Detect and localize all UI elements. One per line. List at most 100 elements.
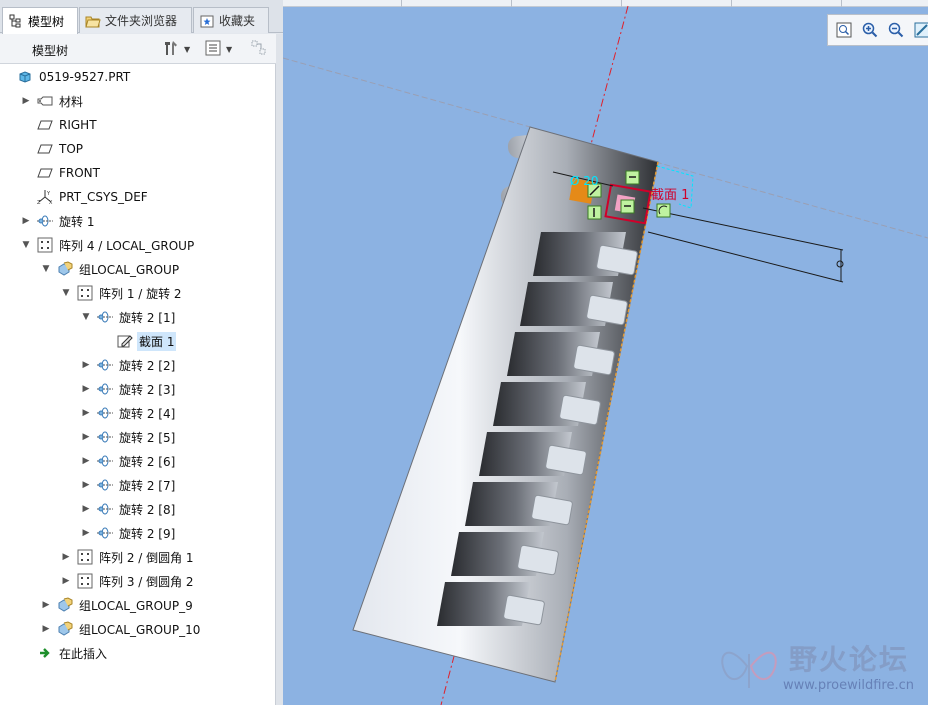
expand-icon[interactable]: ▶ — [60, 551, 72, 563]
repaint-icon — [914, 22, 928, 38]
diameter-dimension-label[interactable]: Ø 20 — [570, 174, 599, 188]
svg-text:Y: Y — [46, 191, 51, 197]
panel-splitter[interactable] — [276, 34, 283, 705]
insert-arrow-icon — [36, 645, 54, 661]
tree-item-revolve-2-7[interactable]: ▶ 旋转 2 [7] — [80, 474, 177, 496]
model-tree-panel: 模型树 文件夹浏览器 收藏夹 模型树 ▼ ▼ 0519-9527.PRT ▶ 材… — [0, 0, 283, 705]
sketch-icon — [116, 333, 134, 349]
svg-text:Z: Z — [37, 200, 41, 205]
watermark-url: www.proewildfire.cn — [783, 678, 914, 693]
zoom-out-button[interactable] — [886, 20, 906, 40]
tree-item-datum-top[interactable]: TOP — [36, 138, 85, 160]
tree-item-revolve-1[interactable]: ▶ 旋转 1 — [20, 210, 96, 232]
tree-item-datum-right[interactable]: RIGHT — [36, 114, 99, 136]
tree-item-label: 旋转 2 [9] — [119, 526, 176, 541]
tree-filter-button[interactable] — [250, 40, 268, 58]
tab-label: 文件夹浏览器 — [105, 14, 178, 28]
watermark-text: 野火论坛 — [789, 643, 910, 676]
zoom-in-icon — [862, 22, 878, 38]
tree-item-label: 在此插入 — [59, 646, 108, 661]
tree-item-label: FRONT — [59, 166, 100, 180]
tree-item-local-group[interactable]: ▼ 组LOCAL_GROUP — [40, 258, 181, 280]
collapse-icon[interactable]: ▼ — [60, 287, 72, 299]
tree-item-label: 旋转 2 [2] — [119, 358, 176, 373]
tab-model-tree[interactable]: 模型树 — [2, 7, 78, 34]
zoom-in-button[interactable] — [860, 20, 880, 40]
tree-item-revolve-2-4[interactable]: ▶ 旋转 2 [4] — [80, 402, 177, 424]
settings-menu-button[interactable]: ▼ — [162, 40, 190, 58]
tree-item-pattern-1[interactable]: ▼ 阵列 1 / 旋转 2 — [60, 282, 184, 304]
expand-icon[interactable]: ▶ — [80, 359, 92, 371]
tree-item-pattern-4[interactable]: ▼ 阵列 4 / LOCAL_GROUP — [20, 234, 196, 256]
datum-plane-icon — [36, 141, 54, 157]
navigator-tab-bar: 模型树 文件夹浏览器 收藏夹 — [0, 0, 283, 34]
tree-item-label: TOP — [59, 142, 84, 156]
tree-item-label: 旋转 2 [5] — [119, 430, 176, 445]
tree-item-revolve-2-5[interactable]: ▶ 旋转 2 [5] — [80, 426, 177, 448]
svg-text:X: X — [49, 200, 53, 205]
tree-item-local-group-9[interactable]: ▶ 组LOCAL_GROUP_9 — [40, 594, 195, 616]
material-icon — [36, 93, 54, 109]
tree-item-revolve-2-6[interactable]: ▶ 旋转 2 [6] — [80, 450, 177, 472]
tree-item-datum-front[interactable]: FRONT — [36, 162, 102, 184]
view-toolbar — [827, 14, 928, 46]
chevron-down-icon: ▼ — [184, 44, 191, 54]
show-menu-button[interactable]: ▼ — [204, 40, 232, 58]
tree-item-revolve-2-8[interactable]: ▶ 旋转 2 [8] — [80, 498, 177, 520]
tree-item-section-1[interactable]: 截面 1 — [116, 330, 177, 352]
expand-icon[interactable]: ▶ — [80, 503, 92, 515]
tree-item-revolve-2-1[interactable]: ▼ 旋转 2 [1] — [80, 306, 177, 328]
expand-icon[interactable]: ▶ — [80, 479, 92, 491]
model-tree-icon — [8, 13, 24, 29]
graphics-window[interactable]: Ø 20 截面 1 野火论坛 www.proewildfire.cn — [283, 0, 928, 705]
expand-icon[interactable]: ▶ — [80, 527, 92, 539]
tree-item-label: 旋转 2 [4] — [119, 406, 176, 421]
revolve-icon — [36, 213, 54, 229]
section-label: 截面 1 — [651, 188, 690, 203]
collapse-icon[interactable]: ▼ — [80, 311, 92, 323]
tree-item-label: 旋转 2 [8] — [119, 502, 176, 517]
tree-item-label: 组LOCAL_GROUP_9 — [79, 598, 193, 613]
tree-item-insert-here[interactable]: 在此插入 — [36, 642, 109, 664]
expand-icon[interactable]: ▶ — [20, 95, 32, 107]
watermark: 野火论坛 www.proewildfire.cn — [717, 634, 923, 700]
tree-item-revolve-2-3[interactable]: ▶ 旋转 2 [3] — [80, 378, 177, 400]
tab-folder-browser[interactable]: 文件夹浏览器 — [79, 7, 192, 33]
tree-item-pattern-3[interactable]: ▶ 阵列 3 / 倒圆角 2 — [60, 570, 196, 592]
pattern-icon — [36, 237, 54, 253]
tree-item-label: 阵列 2 / 倒圆角 1 — [99, 550, 194, 565]
expand-icon[interactable]: ▶ — [60, 575, 72, 587]
tree-item-label: RIGHT — [59, 118, 97, 132]
tree-item-label: 旋转 2 [7] — [119, 478, 176, 493]
tree-item-label: 材料 — [59, 94, 84, 109]
tree-item-label: 旋转 2 [6] — [119, 454, 176, 469]
pattern-icon — [76, 285, 94, 301]
pattern-icon — [76, 573, 94, 589]
collapse-icon[interactable]: ▼ — [40, 263, 52, 275]
filter-icon — [250, 39, 268, 60]
coordinate-system-icon: YX Z — [36, 189, 54, 205]
dimension-line — [642, 207, 844, 251]
expand-icon[interactable]: ▶ — [80, 383, 92, 395]
tree-item-root[interactable]: 0519-9527.PRT — [16, 66, 132, 88]
revolve-icon — [96, 453, 114, 469]
collapse-icon[interactable]: ▼ — [20, 239, 32, 251]
expand-icon[interactable]: ▶ — [80, 431, 92, 443]
tree-item-revolve-2-2[interactable]: ▶ 旋转 2 [2] — [80, 354, 177, 376]
tree-item-label: 截面 1 — [137, 331, 177, 351]
tree-item-local-group-10[interactable]: ▶ 组LOCAL_GROUP_10 — [40, 618, 202, 640]
model-tree-header: 模型树 ▼ ▼ — [0, 34, 276, 64]
expand-icon[interactable]: ▶ — [40, 623, 52, 635]
expand-icon[interactable]: ▶ — [80, 407, 92, 419]
expand-icon[interactable]: ▶ — [20, 215, 32, 227]
tree-item-pattern-2[interactable]: ▶ 阵列 2 / 倒圆角 1 — [60, 546, 196, 568]
repaint-button[interactable] — [912, 20, 928, 40]
expand-icon[interactable]: ▶ — [80, 455, 92, 467]
tree-item-revolve-2-9[interactable]: ▶ 旋转 2 [9] — [80, 522, 177, 544]
revolve-icon — [96, 357, 114, 373]
expand-icon[interactable]: ▶ — [40, 599, 52, 611]
tree-item-material[interactable]: ▶ 材料 — [20, 90, 85, 112]
refit-button[interactable] — [834, 20, 854, 40]
tree-item-csys[interactable]: YX Z PRT_CSYS_DEF — [36, 186, 150, 208]
tab-favorites[interactable]: 收藏夹 — [193, 7, 269, 33]
